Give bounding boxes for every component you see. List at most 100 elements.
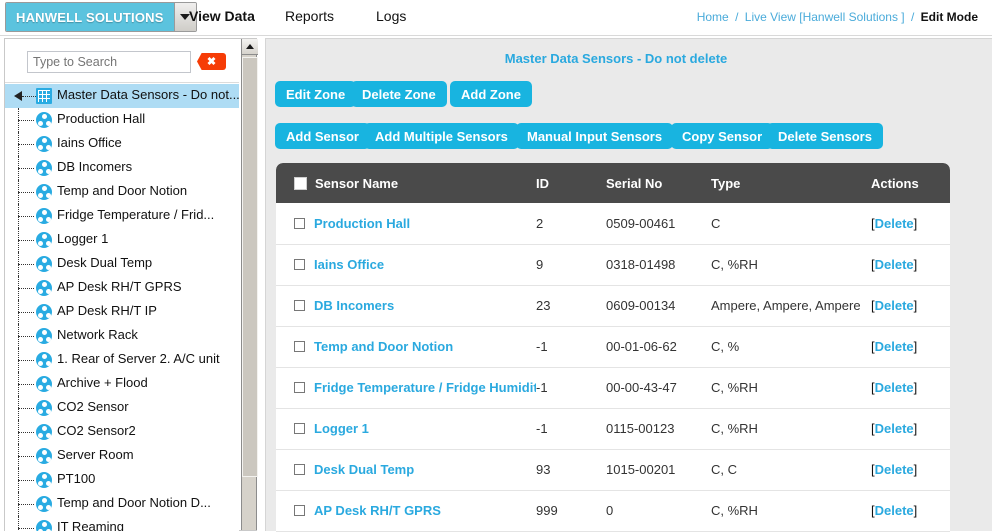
cell-actions: [Delete] [871, 285, 950, 327]
page-title: Master Data Sensors - Do not delete [504, 51, 728, 66]
delete-row-link[interactable]: Delete [875, 421, 914, 436]
tree-item[interactable]: Logger 1 [5, 228, 239, 252]
bracket-close: ] [913, 215, 918, 231]
sensor-icon [36, 232, 52, 248]
table-header-row: Sensor Name ID Serial No Type Actions [276, 163, 950, 203]
scroll-up-icon[interactable] [242, 39, 258, 55]
column-header-serial-no: Serial No [606, 163, 711, 203]
tree-item[interactable]: DB Incomers [5, 156, 239, 180]
sensor-name-link[interactable]: AP Desk RH/T GPRS [314, 503, 441, 518]
tab-logs[interactable]: Logs [376, 8, 406, 24]
tree-item[interactable]: PT100 [5, 468, 239, 492]
add-multiple-sensors-button[interactable]: Add Multiple Sensors [364, 123, 519, 149]
sensor-icon [36, 256, 52, 272]
tree-item[interactable]: Production Hall [5, 108, 239, 132]
tree-item[interactable]: Archive + Flood [5, 372, 239, 396]
tree-guide-elbow [18, 168, 34, 169]
tree-item-root[interactable]: Master Data Sensors - Do not... [5, 84, 239, 108]
tree-item[interactable]: AP Desk RH/T GPRS [5, 276, 239, 300]
tree-item[interactable]: CO2 Sensor [5, 396, 239, 420]
sensor-table-container: Sensor Name ID Serial No Type Actions Pr… [276, 163, 950, 532]
delete-row-link[interactable]: Delete [875, 257, 914, 272]
add-sensor-button[interactable]: Add Sensor [275, 123, 370, 149]
delete-row-link[interactable]: Delete [875, 503, 914, 518]
breadcrumb-separator-1: / [735, 10, 739, 24]
delete-row-link[interactable]: Delete [875, 462, 914, 477]
column-header-sensor-name: Sensor Name [276, 163, 536, 203]
edit-zone-button[interactable]: Edit Zone [275, 81, 357, 107]
row-checkbox[interactable] [294, 464, 305, 475]
manual-input-sensors-button[interactable]: Manual Input Sensors [516, 123, 674, 149]
breadcrumb-separator-2: / [910, 10, 915, 24]
tree-item[interactable]: AP Desk RH/T IP [5, 300, 239, 324]
sensor-name-link[interactable]: Iains Office [314, 257, 384, 272]
tree-item[interactable]: Desk Dual Temp [5, 252, 239, 276]
tree-item[interactable]: Temp and Door Notion [5, 180, 239, 204]
sensor-icon [36, 280, 52, 296]
scrollbar-thumb[interactable] [242, 57, 258, 477]
tree-item[interactable]: Network Rack [5, 324, 239, 348]
row-checkbox[interactable] [294, 259, 305, 270]
tree-item[interactable]: Server Room [5, 444, 239, 468]
column-header-actions: Actions [871, 163, 950, 203]
scroll-up-glyph [246, 44, 254, 49]
tree-item[interactable]: 1. Rear of Server 2. A/C unit [5, 348, 239, 372]
sensor-icon [36, 448, 52, 464]
sensor-name-link[interactable]: Production Hall [314, 216, 410, 231]
cell-sensor-name: AP Desk RH/T GPRS [276, 490, 536, 532]
tree-item-label: CO2 Sensor [57, 399, 129, 414]
tree-guide-elbow [18, 312, 34, 313]
delete-row-link[interactable]: Delete [875, 339, 914, 354]
sensor-name-link[interactable]: Temp and Door Notion [314, 339, 453, 354]
tree-item-label: Desk Dual Temp [57, 255, 153, 270]
cell-sensor-name: Iains Office [276, 244, 536, 286]
delete-sensors-button[interactable]: Delete Sensors [767, 123, 883, 149]
tab-view-data[interactable]: View Data [189, 8, 255, 24]
row-checkbox[interactable] [294, 423, 305, 434]
search-input[interactable] [27, 51, 191, 73]
sensor-name-link[interactable]: DB Incomers [314, 298, 394, 313]
tree-search-area: ✖ [5, 39, 239, 83]
tree-guide-elbow [18, 240, 34, 241]
tree-collapse-arrow-icon[interactable] [14, 91, 22, 101]
tree-scrollbar[interactable] [241, 39, 258, 530]
tree-item-label: CO2 Sensor2 [57, 423, 136, 438]
tree-item[interactable]: Temp and Door Notion D... [5, 492, 239, 516]
cell-type: Ampere, Ampere, Ampere [711, 285, 871, 327]
bracket-close: ] [913, 380, 918, 395]
add-zone-button[interactable]: Add Zone [450, 81, 532, 107]
tree-item[interactable]: Iains Office [5, 132, 239, 156]
tab-reports[interactable]: Reports [285, 8, 334, 24]
row-checkbox[interactable] [294, 300, 305, 311]
sensor-icon [36, 112, 52, 128]
row-checkbox[interactable] [294, 382, 305, 393]
breadcrumb-home[interactable]: Home [697, 10, 729, 24]
tree-item-root-label: Master Data Sensors - Do not... [57, 87, 239, 102]
tree-item[interactable]: IT Reaming [5, 516, 239, 531]
sensor-name-link[interactable]: Fridge Temperature / Fridge Humidity [314, 380, 536, 395]
sensor-name-link[interactable]: Logger 1 [314, 421, 369, 436]
sensor-tree-list[interactable]: Master Data Sensors - Do not... Productio… [5, 84, 239, 531]
tree-item[interactable]: CO2 Sensor2 [5, 420, 239, 444]
tree-item-label: Temp and Door Notion D... [57, 495, 211, 510]
tree-item-label: Logger 1 [57, 231, 109, 246]
sensor-name-link[interactable]: Desk Dual Temp [314, 462, 414, 477]
delete-zone-button[interactable]: Delete Zone [351, 81, 447, 107]
cell-sensor-name: Fridge Temperature / Fridge Humidity [276, 367, 536, 409]
breadcrumb-live-view[interactable]: Live View [Hanwell Solutions ] [745, 10, 905, 24]
delete-row-link[interactable]: Delete [875, 298, 914, 313]
tree-item[interactable]: Fridge Temperature / Frid... [5, 204, 239, 228]
row-checkbox[interactable] [294, 341, 305, 352]
copy-sensor-button[interactable]: Copy Sensor [671, 123, 774, 149]
row-checkbox[interactable] [294, 217, 305, 229]
delete-row-link[interactable]: Delete [875, 216, 914, 231]
table-row: Logger 1 -1 0115-00123 C, %RH [Delete] [276, 408, 950, 450]
row-checkbox[interactable] [294, 505, 305, 516]
close-icon[interactable]: ✖ [197, 53, 226, 70]
cell-serial-no: 00-00-43-47 [606, 367, 711, 409]
delete-row-link[interactable]: Delete [875, 380, 914, 395]
brand-logo-dropdown[interactable]: HANWELL SOLUTIONS [5, 2, 197, 32]
tree-guide-elbow [18, 504, 34, 505]
cell-id: -1 [536, 408, 606, 450]
select-all-checkbox[interactable] [294, 176, 307, 190]
